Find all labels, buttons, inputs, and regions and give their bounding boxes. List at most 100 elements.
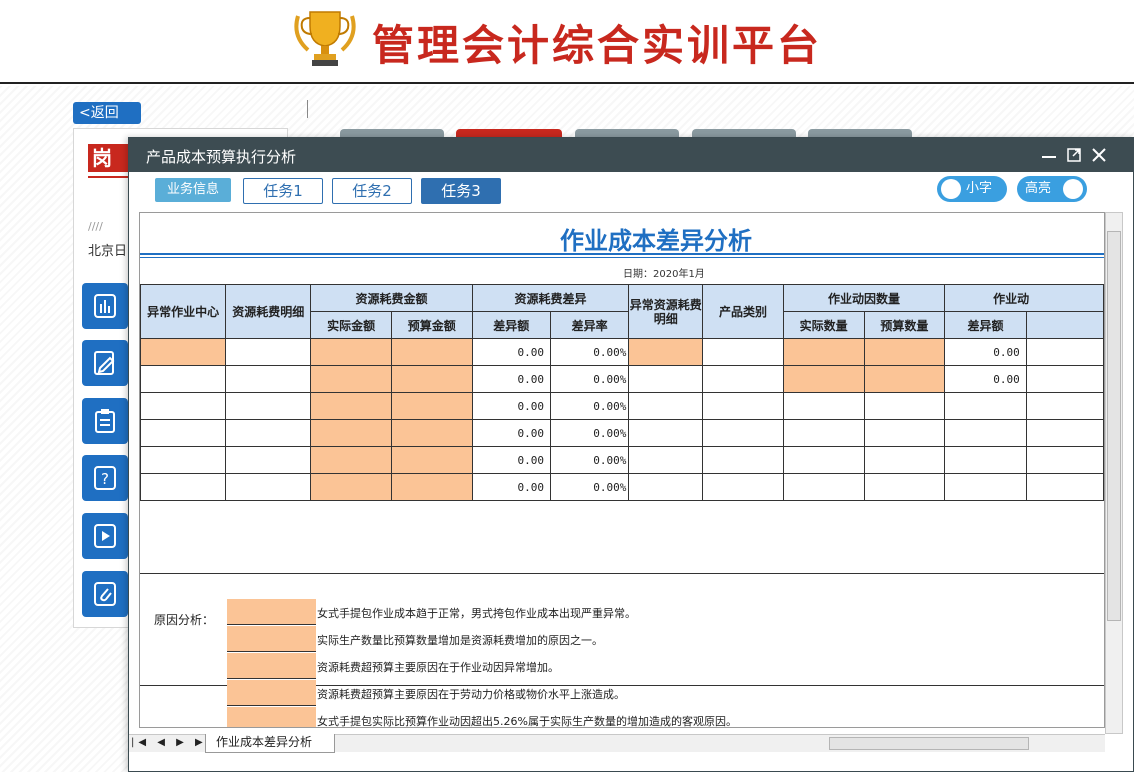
input-cell[interactable] bbox=[390, 446, 473, 474]
input-cell[interactable] bbox=[310, 473, 392, 501]
cell[interactable] bbox=[863, 419, 946, 447]
horizontal-scrollbar[interactable] bbox=[829, 737, 1029, 750]
cell[interactable] bbox=[863, 446, 946, 474]
input-cell[interactable] bbox=[782, 365, 865, 393]
cell[interactable] bbox=[863, 473, 946, 501]
header-driver-variance-amount: 差异额 bbox=[944, 311, 1027, 339]
rate-cell: 0.00% bbox=[549, 392, 630, 420]
scroll-thumb[interactable] bbox=[1107, 231, 1121, 621]
sheet-tab[interactable]: 作业成本差异分析 bbox=[205, 734, 335, 753]
tab-task-1[interactable]: 任务1 bbox=[243, 178, 323, 204]
input-cell[interactable] bbox=[390, 365, 473, 393]
post-underline bbox=[88, 176, 128, 178]
sidebar-play-button[interactable] bbox=[82, 513, 128, 559]
cell[interactable] bbox=[702, 446, 784, 474]
cell[interactable] bbox=[782, 392, 865, 420]
cell[interactable] bbox=[140, 365, 227, 393]
cell bbox=[1025, 392, 1104, 420]
cell[interactable] bbox=[225, 446, 312, 474]
cell[interactable] bbox=[628, 392, 704, 420]
sidebar-edit-button[interactable] bbox=[82, 340, 128, 386]
cell[interactable] bbox=[140, 419, 227, 447]
header-budget-amount: 预算金额 bbox=[390, 311, 473, 339]
cell bbox=[1025, 338, 1104, 366]
sidebar-clipboard-button[interactable] bbox=[82, 398, 128, 444]
header-actual-amount: 实际金额 bbox=[310, 311, 392, 339]
cell[interactable] bbox=[628, 446, 704, 474]
tab-business-info[interactable]: 业务信息 bbox=[155, 178, 231, 202]
bar-chart-icon bbox=[94, 294, 116, 318]
cell[interactable] bbox=[628, 473, 704, 501]
reason-input[interactable] bbox=[227, 653, 316, 679]
maximize-icon[interactable] bbox=[1064, 145, 1084, 165]
cell[interactable] bbox=[225, 419, 312, 447]
input-cell[interactable] bbox=[310, 365, 392, 393]
input-cell[interactable] bbox=[310, 419, 392, 447]
highlight-toggle[interactable]: 高亮 bbox=[1017, 176, 1087, 202]
header-variance-amount: 差异额 bbox=[471, 311, 552, 339]
reason-input[interactable] bbox=[227, 599, 316, 625]
header-variance-rate: 差异率 bbox=[549, 311, 630, 339]
driver-variance-cell bbox=[944, 419, 1027, 447]
sheet-nav-buttons[interactable]: |◀ ◀ ▶ ▶| bbox=[131, 737, 214, 748]
cell[interactable] bbox=[225, 338, 312, 366]
cell[interactable] bbox=[140, 446, 227, 474]
input-cell[interactable] bbox=[310, 446, 392, 474]
input-cell[interactable] bbox=[628, 338, 704, 366]
sidebar-chart-button[interactable] bbox=[82, 283, 128, 329]
close-icon[interactable] bbox=[1089, 145, 1109, 165]
cell[interactable] bbox=[628, 419, 704, 447]
cell[interactable] bbox=[628, 365, 704, 393]
sheet-date: 日期：2020年1月 bbox=[623, 269, 705, 280]
input-cell[interactable] bbox=[310, 392, 392, 420]
reason-input[interactable] bbox=[227, 680, 316, 706]
cell[interactable] bbox=[702, 365, 784, 393]
cell[interactable] bbox=[702, 419, 784, 447]
cell[interactable] bbox=[702, 338, 784, 366]
driver-variance-cell bbox=[944, 446, 1027, 474]
input-cell[interactable] bbox=[390, 419, 473, 447]
sidebar-help-button[interactable]: ? bbox=[82, 455, 128, 501]
reason-row: 女式手提包作业成本趋于正常，男式挎包作业成本出现严重异常。 bbox=[227, 599, 1027, 626]
input-cell[interactable] bbox=[390, 338, 473, 366]
cell bbox=[1025, 446, 1104, 474]
input-cell[interactable] bbox=[390, 392, 473, 420]
analysis-modal: 产品成本预算执行分析 业务信息 任务1 任务2 任务3 小字 高亮 作业成本差异… bbox=[128, 137, 1134, 772]
cell[interactable] bbox=[225, 365, 312, 393]
question-icon: ? bbox=[94, 466, 116, 490]
toggle-knob bbox=[941, 179, 961, 199]
input-cell[interactable] bbox=[863, 365, 946, 393]
cell[interactable] bbox=[782, 446, 865, 474]
input-cell[interactable] bbox=[863, 338, 946, 366]
cell[interactable] bbox=[225, 473, 312, 501]
cell[interactable] bbox=[702, 392, 784, 420]
input-cell[interactable] bbox=[310, 338, 392, 366]
input-cell[interactable] bbox=[390, 473, 473, 501]
minimize-icon[interactable] bbox=[1039, 145, 1059, 165]
small-font-toggle[interactable]: 小字 bbox=[937, 176, 1007, 202]
tab-task-3[interactable]: 任务3 bbox=[421, 178, 501, 204]
header-driver-variance: 作业动 bbox=[944, 284, 1104, 312]
variance-cell: 0.00 bbox=[471, 365, 552, 393]
cell[interactable] bbox=[140, 473, 227, 501]
trophy-icon bbox=[294, 11, 356, 66]
sidebar-attachment-button[interactable] bbox=[82, 571, 128, 617]
variance-cell: 0.00 bbox=[471, 446, 552, 474]
input-cell[interactable] bbox=[140, 338, 227, 366]
reason-input[interactable] bbox=[227, 626, 316, 652]
cell[interactable] bbox=[225, 392, 312, 420]
cell[interactable] bbox=[140, 392, 227, 420]
cell[interactable] bbox=[782, 419, 865, 447]
driver-variance-cell bbox=[944, 473, 1027, 501]
vertical-scrollbar[interactable] bbox=[1105, 212, 1123, 734]
cell[interactable] bbox=[702, 473, 784, 501]
cell bbox=[1025, 365, 1104, 393]
tab-task-2[interactable]: 任务2 bbox=[332, 178, 412, 204]
back-button[interactable]: <返回 bbox=[73, 102, 141, 124]
cell[interactable] bbox=[782, 473, 865, 501]
input-cell[interactable] bbox=[782, 338, 865, 366]
cell[interactable] bbox=[863, 392, 946, 420]
modal-titlebar[interactable]: 产品成本预算执行分析 bbox=[129, 138, 1134, 172]
reason-input[interactable] bbox=[227, 707, 316, 727]
title-rule bbox=[140, 253, 1104, 255]
